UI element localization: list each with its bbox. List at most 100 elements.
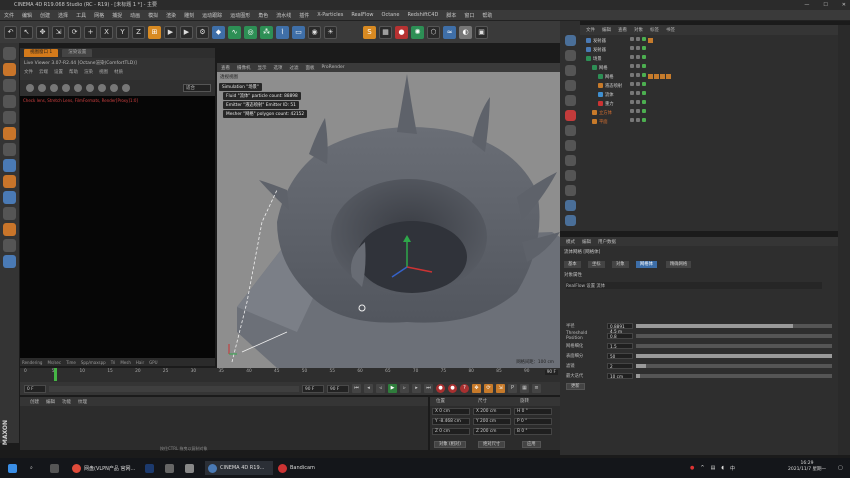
lv-menu-file[interactable]: 文件	[24, 69, 33, 75]
pick-material-icon[interactable]	[98, 84, 106, 92]
enabled-check-icon[interactable]	[642, 82, 646, 86]
next-frame-icon[interactable]: ▹	[400, 384, 409, 393]
attr-param-slider[interactable]	[636, 333, 832, 338]
menu-item[interactable]: 编辑	[22, 12, 32, 19]
position-z-field[interactable]: Z 0 cm	[432, 428, 470, 435]
prev-key-icon[interactable]: ◂	[364, 384, 373, 393]
attr-param-value[interactable]: 2	[607, 362, 633, 369]
menu-item[interactable]: 动画	[130, 12, 140, 19]
floor-object-icon[interactable]	[564, 80, 576, 91]
vp-menu-camera[interactable]: 摄像机	[237, 65, 251, 71]
floor-icon[interactable]: ▭	[292, 25, 305, 39]
position-x-field[interactable]: X 0 cm	[432, 408, 470, 415]
attr-tab-object[interactable]: 对象	[612, 261, 629, 268]
attr-tab-precise[interactable]: 精确网格	[666, 261, 692, 268]
obj-menu-object[interactable]: 对象	[634, 27, 643, 33]
select-icon[interactable]: ↖	[20, 25, 33, 39]
visibility-dot-icon[interactable]	[636, 55, 640, 59]
timeline[interactable]: 051015202530354045505560657075808590 90 …	[20, 368, 560, 382]
lv-menu-cloud[interactable]: 云端	[39, 69, 48, 75]
visibility-dot-icon[interactable]	[636, 82, 640, 86]
prev-frame-icon[interactable]: ◃	[376, 384, 385, 393]
lock-icon[interactable]	[74, 84, 82, 92]
tweak-icon[interactable]	[3, 159, 16, 172]
attr-param-value[interactable]: 50	[607, 352, 633, 359]
redshift-icon[interactable]: ◐	[459, 25, 472, 39]
pause-icon[interactable]	[50, 84, 58, 92]
obj-menu-file[interactable]: 文件	[586, 27, 595, 33]
visibility-flags[interactable]	[630, 46, 646, 50]
task-view-button[interactable]	[50, 461, 59, 475]
visibility-dot-icon[interactable]	[630, 46, 634, 50]
enabled-check-icon[interactable]	[642, 46, 646, 50]
mat-menu-edit[interactable]: 编辑	[46, 399, 55, 405]
keyframe-selection-icon[interactable]: ?	[460, 384, 469, 393]
record-active-icon[interactable]	[564, 110, 576, 121]
attr-param-slider[interactable]	[636, 323, 832, 328]
light-icon[interactable]: ☀	[324, 25, 337, 39]
background-icon[interactable]	[564, 95, 576, 106]
vp-menu-view[interactable]: 查看	[221, 65, 230, 71]
end-frame-field[interactable]: 90 F	[302, 384, 324, 393]
enabled-check-icon[interactable]	[642, 118, 646, 122]
right-scrollbar[interactable]	[838, 25, 850, 455]
menu-item[interactable]: 渲染	[166, 12, 176, 19]
enabled-check-icon[interactable]	[642, 73, 646, 77]
zoom-select[interactable]: 适合	[183, 84, 211, 92]
nurbs-icon[interactable]: ◎	[244, 25, 257, 39]
playhead[interactable]	[54, 368, 57, 381]
taskbar-item-app[interactable]	[165, 461, 174, 475]
visibility-dot-icon[interactable]	[630, 82, 634, 86]
menu-item[interactable]: 插件	[299, 12, 309, 19]
sphere-icon[interactable]	[564, 170, 576, 181]
paint-icon[interactable]	[3, 255, 16, 268]
menu-item[interactable]: 雕刻	[184, 12, 194, 19]
texture-mode-icon[interactable]	[3, 63, 16, 76]
object-item[interactable]: 网格	[598, 73, 671, 80]
visibility-dot-icon[interactable]	[630, 37, 634, 41]
visibility-dot-icon[interactable]	[630, 100, 634, 104]
visibility-dot-icon[interactable]	[630, 55, 634, 59]
generator-icon[interactable]	[564, 200, 576, 211]
key-position-icon[interactable]: ✥	[472, 384, 481, 393]
rotate-icon[interactable]: ⟳	[68, 25, 81, 39]
menu-item[interactable]: RedshiftC4D	[407, 12, 438, 18]
ball-icon[interactable]	[564, 185, 576, 196]
menu-item[interactable]: 模拟	[148, 12, 158, 19]
enabled-check-icon[interactable]	[642, 37, 646, 41]
close-icon[interactable]: ✕	[842, 0, 846, 10]
search-button[interactable]: ⌕	[30, 461, 33, 475]
visibility-flags[interactable]	[630, 82, 646, 86]
vp-menu-prorender[interactable]: ProRender	[322, 65, 345, 70]
octane-icon[interactable]: ●	[395, 25, 408, 39]
workplane-icon[interactable]	[3, 79, 16, 92]
polygons-mode-icon[interactable]	[3, 127, 16, 140]
menu-item[interactable]: 运动跟踪	[202, 12, 222, 19]
attr-param-slider[interactable]	[636, 363, 832, 368]
enabled-check-icon[interactable]	[642, 55, 646, 59]
record-tray-icon[interactable]: ●	[690, 465, 694, 471]
menu-item[interactable]: 流水线	[276, 12, 291, 19]
deformer-icon[interactable]: ⌇	[276, 25, 289, 39]
coord-size-select[interactable]: 绝对尺寸	[478, 441, 506, 448]
record-icon[interactable]: ●	[436, 384, 445, 393]
autokey-icon[interactable]: ●	[448, 384, 457, 393]
layout-icon[interactable]: ▣	[475, 25, 488, 39]
max-frame-field[interactable]: 90 F	[327, 384, 349, 393]
x-axis-icon[interactable]: X	[100, 25, 113, 39]
menu-item[interactable]: 选择	[58, 12, 68, 19]
attr-param-slider[interactable]	[636, 373, 832, 378]
visibility-dot-icon[interactable]	[636, 100, 640, 104]
size-y-field[interactable]: Y 200 cm	[473, 418, 511, 425]
play-icon[interactable]: ▶	[388, 384, 397, 393]
render-picture-viewer-icon[interactable]: ▶	[180, 25, 193, 39]
go-to-start-icon[interactable]: ⏮	[352, 384, 361, 393]
menu-item[interactable]: 工具	[76, 12, 86, 19]
tag-icon[interactable]	[654, 74, 659, 79]
key-pla-icon[interactable]: ▦	[520, 384, 529, 393]
visibility-flags[interactable]	[630, 55, 646, 59]
visibility-dot-icon[interactable]	[636, 73, 640, 77]
cube-icon[interactable]: ◆	[212, 25, 225, 39]
visibility-dot-icon[interactable]	[630, 91, 634, 95]
preview-range-slider[interactable]	[49, 385, 299, 392]
